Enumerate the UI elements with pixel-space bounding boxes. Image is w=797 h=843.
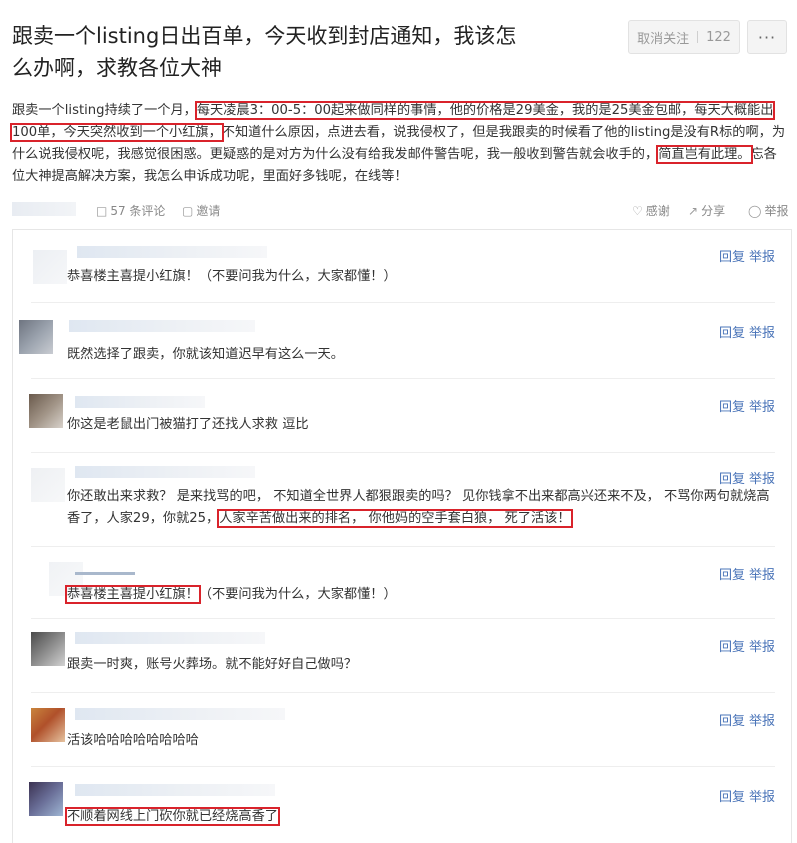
comment-actions: 回复 举报 — [715, 468, 775, 487]
avatar — [31, 632, 65, 666]
more-options-button[interactable]: ··· — [747, 20, 787, 54]
comment-text: 既然选择了跟卖，你就该知道迟早有这么一天。 — [67, 347, 344, 362]
reply-link[interactable]: 回复 — [719, 640, 745, 655]
comment-thread: 回复 举报 恭喜楼主喜提小红旗！（不要问我为什么，大家都懂！） 回复 举报 既然选择… — [12, 229, 792, 843]
avatar — [31, 468, 65, 502]
username-blurred — [75, 708, 285, 720]
invite-link[interactable]: ▢ 邀请 — [182, 202, 220, 219]
report-comment-link[interactable]: 举报 — [749, 472, 775, 487]
comment-highlight: 人家辛苦做出来的排名， 你他妈的空手套白狼， 死了活该！ — [217, 509, 573, 528]
comment-actions: 回复 举报 — [715, 710, 775, 729]
reply-link[interactable]: 回复 — [719, 472, 745, 487]
reply-link[interactable]: 回复 — [719, 568, 745, 583]
divider — [31, 378, 775, 379]
unfollow-button[interactable]: 取消关注 122 — [628, 20, 740, 54]
invite-label: 邀请 — [196, 204, 221, 218]
username-blurred — [75, 572, 135, 575]
comment-text-part: （不要问我为什么，大家都懂！） — [198, 587, 397, 602]
username-blurred — [75, 466, 255, 478]
unfollow-label: 取消关注 — [637, 31, 690, 47]
post-body: 跟卖一个listing持续了一个月，每天凌晨3：00-5：00起来做同样的事情，… — [9, 100, 790, 188]
body-text-1: 跟卖一个listing持续了一个月， — [12, 103, 197, 118]
report-comment-link[interactable]: 举报 — [749, 326, 775, 341]
comment-highlight: 不顺着网线上门砍你就已经烧高香了 — [65, 807, 280, 826]
post-meta-bar: □ 57 条评论 ▢ 邀请 ♡ 感谢 ↗ 分享 ◯ 举报 — [12, 202, 790, 220]
comment-actions: 回复 举报 — [715, 564, 775, 583]
divider — [31, 692, 775, 693]
comment-actions: 回复 举报 — [715, 636, 775, 655]
username-blurred — [69, 320, 255, 332]
report-comment-link[interactable]: 举报 — [749, 568, 775, 583]
divider — [31, 452, 775, 453]
report-label: 举报 — [764, 204, 789, 218]
share-label: 分享 — [701, 204, 726, 218]
avatar — [29, 782, 63, 816]
report-link[interactable]: ◯ 举报 — [748, 202, 788, 219]
thanks-label: 感谢 — [645, 204, 670, 218]
comments-link[interactable]: □ 57 条评论 — [96, 202, 165, 219]
reply-link[interactable]: 回复 — [719, 400, 745, 415]
username-blurred — [75, 784, 275, 796]
comment-highlight: 恭喜楼主喜提小红旗！ — [65, 585, 201, 604]
divider — [31, 618, 775, 619]
thanks-link[interactable]: ♡ 感谢 — [632, 202, 670, 219]
report-comment-link[interactable]: 举报 — [749, 790, 775, 805]
comment-text: 恭喜楼主喜提小红旗！（不要问我为什么，大家都懂！） — [65, 584, 397, 606]
reply-link[interactable]: 回复 — [719, 326, 745, 341]
report-comment-link[interactable]: 举报 — [749, 640, 775, 655]
post-title: 跟卖一个listing日出百单，今天收到封店通知，我该怎么办啊，求教各位大神 — [12, 24, 517, 80]
divider — [697, 31, 699, 43]
username-blurred — [77, 246, 267, 258]
comment-actions: 回复 举报 — [715, 322, 775, 341]
follow-count: 122 — [706, 29, 731, 45]
divider — [31, 546, 775, 547]
invite-icon: ▢ — [182, 203, 194, 218]
author-name-blurred — [12, 202, 76, 216]
body-highlight-2: 简直岂有此理。 — [656, 145, 753, 164]
report-comment-link[interactable]: 举报 — [749, 250, 775, 265]
report-comment-link[interactable]: 举报 — [749, 714, 775, 729]
comment-actions: 回复 举报 — [715, 786, 775, 805]
reply-link[interactable]: 回复 — [719, 714, 745, 729]
heart-icon: ♡ — [632, 203, 643, 218]
comment-icon: □ — [96, 203, 108, 218]
reply-link[interactable]: 回复 — [719, 250, 745, 265]
comment-text: 跟卖一时爽，账号火葬场。就不能好好自己做吗？ — [67, 657, 358, 672]
username-blurred — [75, 396, 205, 408]
comment-text: 恭喜楼主喜提小红旗！（不要问我为什么，大家都懂！） — [67, 269, 397, 284]
avatar — [29, 394, 63, 428]
comment-text: 不顺着网线上门砍你就已经烧高香了 — [65, 806, 280, 828]
shield-icon: ◯ — [748, 203, 762, 218]
avatar — [33, 250, 67, 284]
divider — [31, 766, 775, 767]
comment-actions: 回复 举报 — [715, 246, 775, 265]
share-icon: ↗ — [688, 203, 699, 218]
comment-text: 你还敢出来求救？ 是来找骂的吧， 不知道全世界人都狠跟卖的吗？ 见你钱拿不出来都… — [67, 486, 777, 530]
username-blurred — [75, 632, 265, 644]
comment-text: 活该哈哈哈哈哈哈哈哈 — [67, 733, 199, 748]
comment-actions: 回复 举报 — [715, 396, 775, 415]
divider — [31, 302, 775, 303]
avatar — [31, 708, 65, 742]
comment-text: 你这是老鼠出门被猫打了还找人求救 逗比 — [67, 417, 309, 432]
comments-count: 57 条评论 — [110, 204, 166, 218]
report-comment-link[interactable]: 举报 — [749, 400, 775, 415]
reply-link[interactable]: 回复 — [719, 790, 745, 805]
share-link[interactable]: ↗ 分享 — [688, 202, 725, 219]
avatar — [19, 320, 53, 354]
